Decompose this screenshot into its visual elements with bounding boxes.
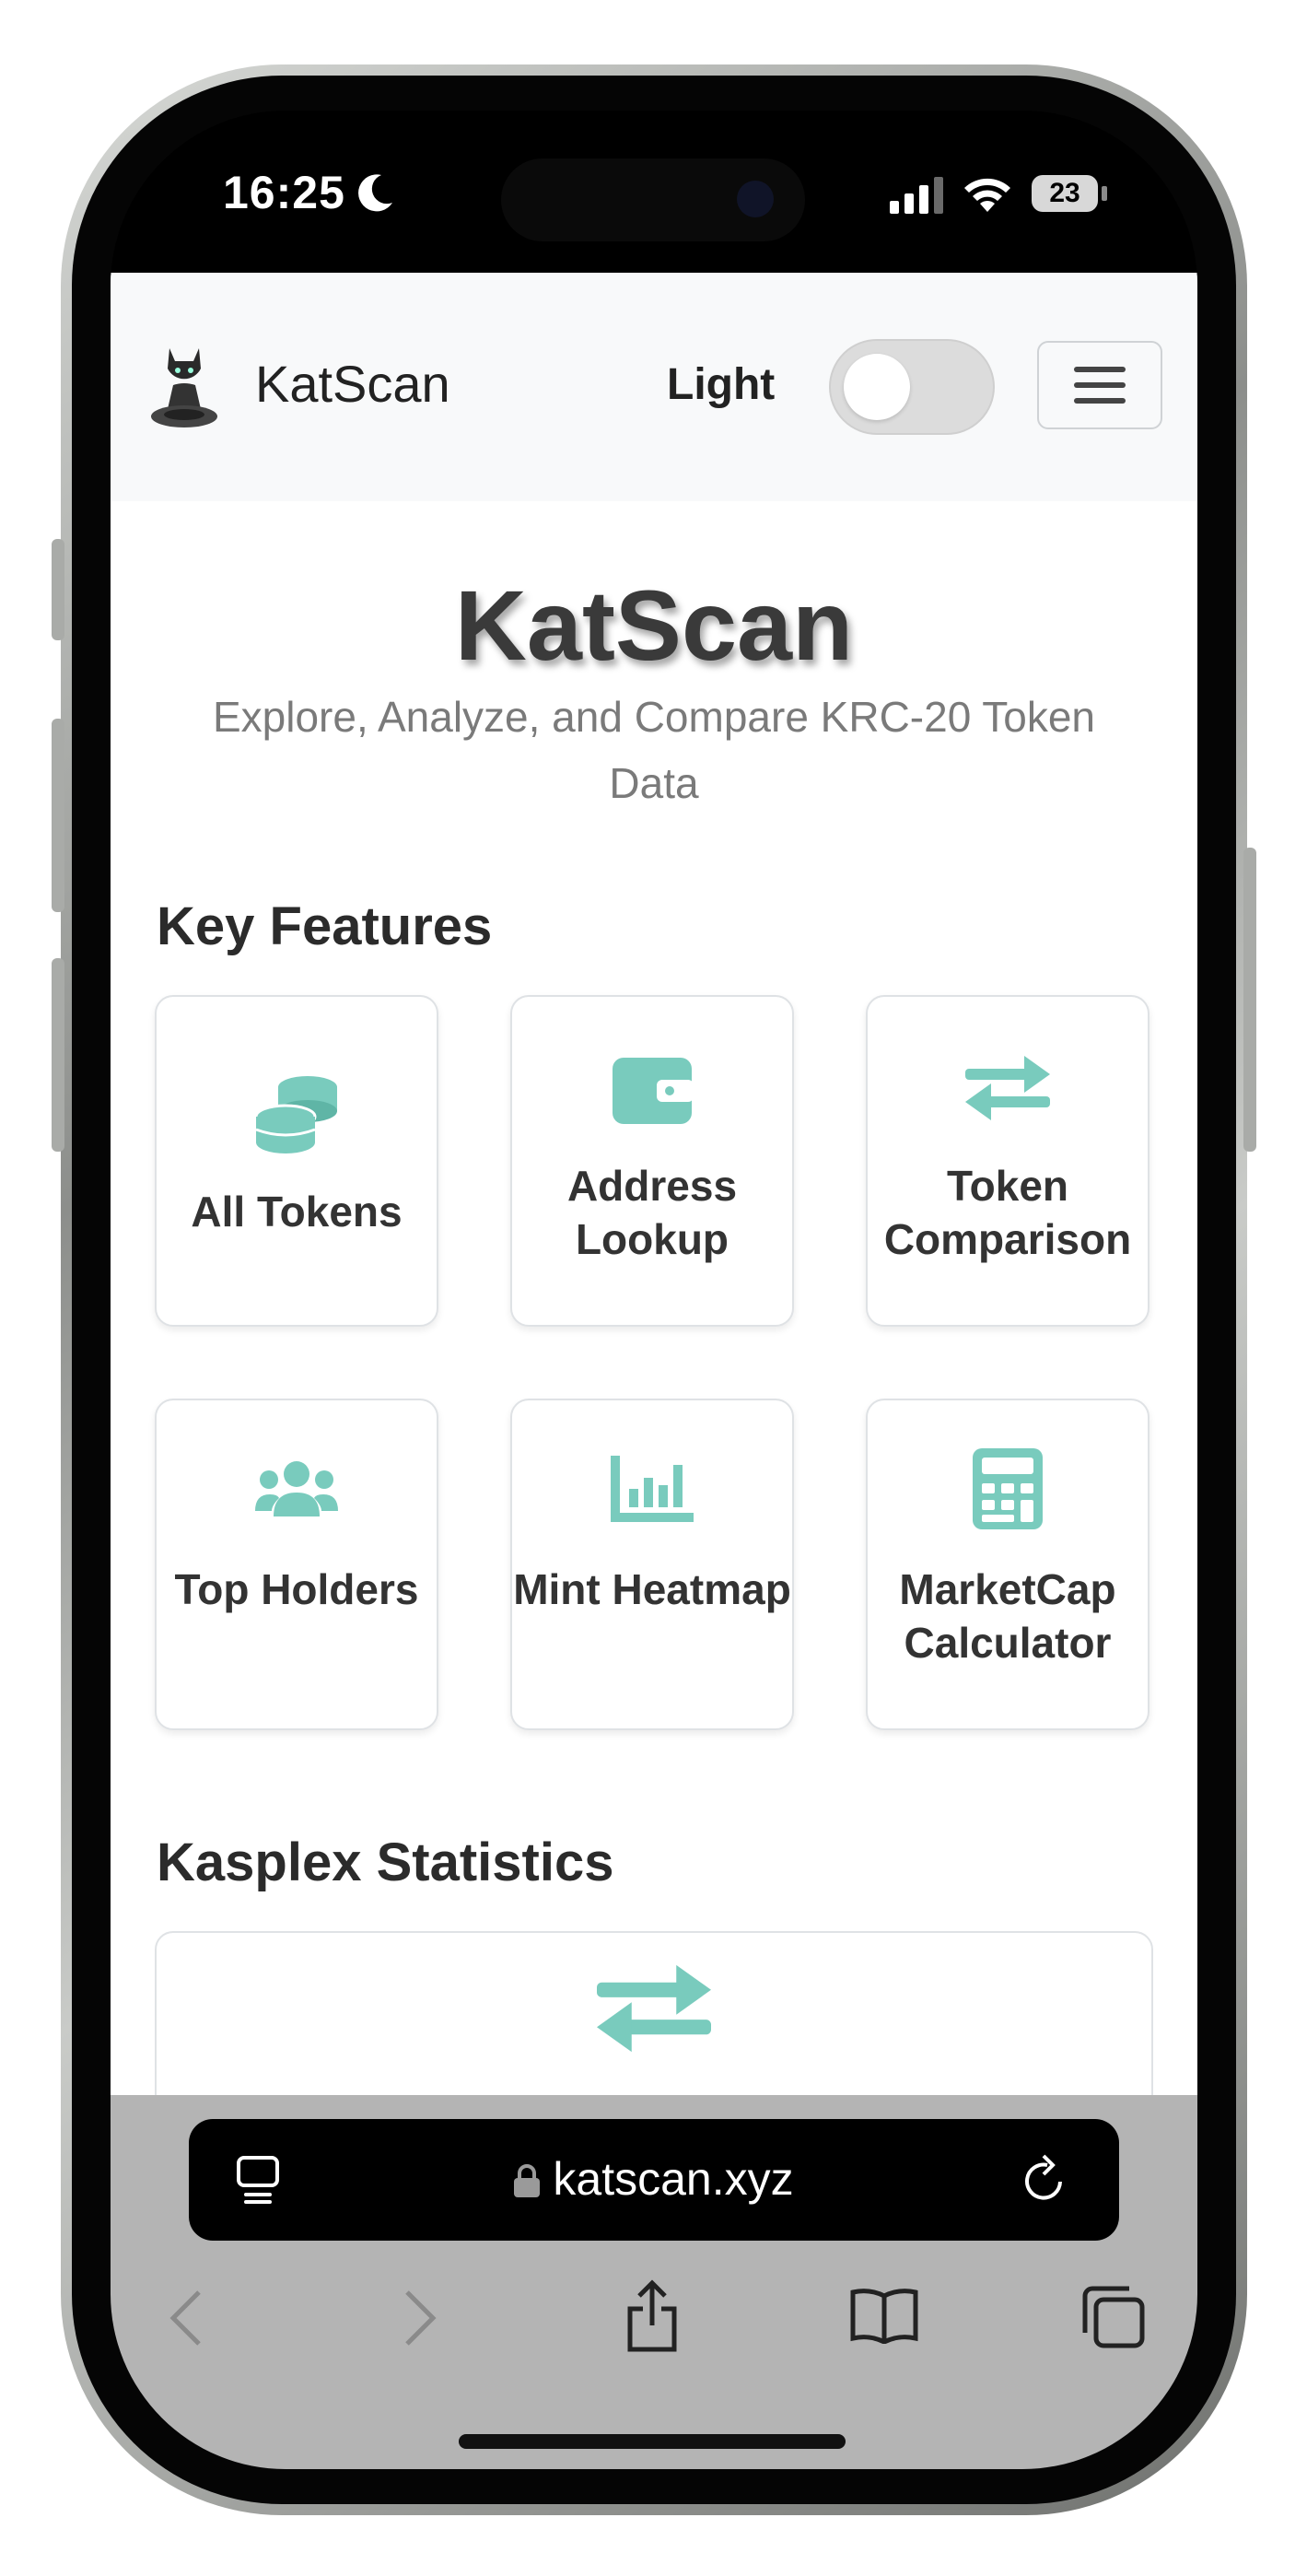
browser-toolbar: katscan.xyz	[111, 2095, 1197, 2469]
reload-icon[interactable]	[1021, 2154, 1068, 2204]
exchange-arrows-icon	[868, 1056, 1148, 1125]
cat-logo-icon[interactable]	[149, 341, 219, 429]
bar-chart-icon	[512, 1456, 792, 1527]
theme-label: Light	[667, 360, 776, 409]
camera-icon	[737, 181, 774, 217]
wallet-icon	[512, 1052, 792, 1130]
back-icon[interactable]	[168, 2289, 204, 2348]
feature-label: Address Lookup	[566, 1162, 738, 1263]
feature-label: Top Holders	[174, 1565, 419, 1613]
kasplex-statistics-title: Kasplex Statistics	[157, 1832, 614, 1892]
url-text: katscan.xyz	[553, 2153, 794, 2205]
battery-indicator: 23	[1032, 175, 1098, 212]
phone-screen: 16:25 23 KatScan Light KatScan Explore, …	[111, 111, 1197, 2469]
signal-icon	[890, 177, 943, 214]
battery-tip	[1102, 186, 1107, 201]
brand-name[interactable]: KatScan	[255, 354, 450, 414]
volume-up-button	[52, 719, 64, 912]
forward-icon[interactable]	[402, 2289, 438, 2348]
exchange-arrows-icon	[157, 1964, 1151, 2057]
tabs-icon[interactable]	[1081, 2285, 1146, 2349]
action-button	[52, 539, 64, 640]
power-button	[1243, 848, 1256, 1152]
navbar: KatScan Light	[111, 273, 1197, 501]
feature-card-marketcap-calculator[interactable]: MarketCap Calculator	[866, 1399, 1149, 1730]
menu-button[interactable]	[1037, 341, 1162, 429]
address-bar[interactable]: katscan.xyz	[189, 2119, 1119, 2241]
coins-icon	[157, 1074, 437, 1160]
feature-label: Mint Heatmap	[513, 1565, 791, 1613]
bookmarks-icon[interactable]	[849, 2287, 919, 2344]
wifi-icon	[964, 178, 1010, 212]
feature-label: Token Comparison	[883, 1162, 1132, 1263]
hamburger-icon	[1074, 367, 1126, 404]
share-icon[interactable]	[624, 2279, 680, 2353]
users-icon	[157, 1459, 437, 1523]
key-features-title: Key Features	[157, 896, 493, 956]
feature-label: All Tokens	[191, 1188, 403, 1235]
feature-card-address-lookup[interactable]: Address Lookup	[510, 995, 794, 1327]
feature-card-mint-heatmap[interactable]: Mint Heatmap	[510, 1399, 794, 1730]
theme-toggle[interactable]	[829, 339, 995, 435]
feature-label: MarketCap Calculator	[899, 1565, 1116, 1667]
home-indicator[interactable]	[459, 2434, 846, 2449]
feature-card-all-tokens[interactable]: All Tokens	[155, 995, 438, 1327]
url-display[interactable]: katscan.xyz	[189, 2152, 1119, 2206]
status-bar: 16:25 23	[111, 111, 1197, 273]
moon-icon	[358, 174, 392, 212]
hero-title: KatScan	[454, 569, 854, 681]
feature-card-token-comparison[interactable]: Token Comparison	[866, 995, 1149, 1327]
lock-icon	[514, 2164, 541, 2197]
calculator-icon	[868, 1448, 1148, 1534]
feature-card-top-holders[interactable]: Top Holders	[155, 1399, 438, 1730]
web-content: KatScan Light KatScan Explore, Analyze, …	[111, 273, 1197, 2143]
status-time: 16:25	[223, 167, 345, 218]
hero-subtitle: Explore, Analyze, and Compare KRC-20 Tok…	[212, 693, 1095, 807]
volume-down-button	[52, 958, 64, 1152]
toggle-knob	[844, 354, 910, 420]
